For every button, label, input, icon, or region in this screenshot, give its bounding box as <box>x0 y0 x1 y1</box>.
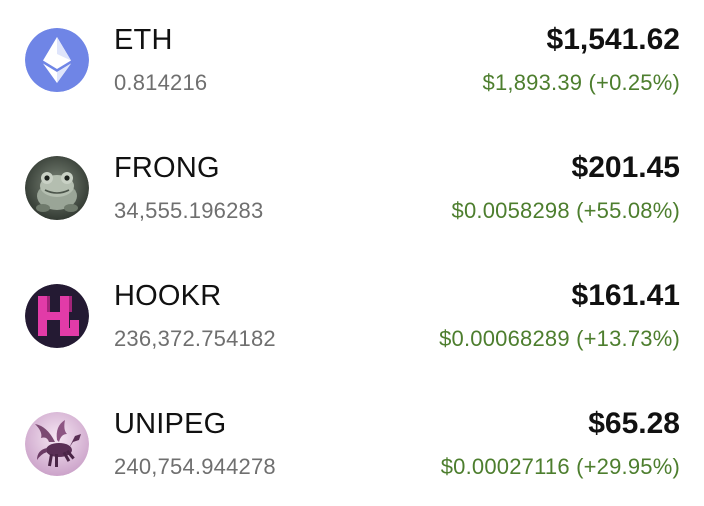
token-symbol: UNIPEG <box>114 408 227 440</box>
token-row-hookr[interactable]: HOOKR 236,372.754182 $161.41 $0.00068289… <box>0 278 704 378</box>
token-balance: 34,555.196283 <box>114 198 264 223</box>
token-balance: 0.814216 <box>114 70 208 95</box>
token-price-change: $0.0058298 (+55.08%) <box>451 198 680 223</box>
token-price-change: $0.00068289 (+13.73%) <box>439 326 680 351</box>
token-balance: 240,754.944278 <box>114 454 276 479</box>
pegasus-icon <box>25 412 89 476</box>
token-value: $161.41 <box>571 279 680 312</box>
hookr-icon <box>25 284 89 348</box>
token-list: ETH 0.814216 $1,541.62 $1,893.39 (+0.25%… <box>0 0 704 502</box>
token-symbol: HOOKR <box>114 280 222 312</box>
frog-icon <box>25 156 89 220</box>
token-price-change: $1,893.39 (+0.25%) <box>482 70 680 95</box>
token-row-eth[interactable]: ETH 0.814216 $1,541.62 $1,893.39 (+0.25%… <box>0 22 704 122</box>
ethereum-icon <box>25 28 89 92</box>
token-row-unipeg[interactable]: UNIPEG 240,754.944278 $65.28 $0.00027116… <box>0 406 704 506</box>
token-row-frong[interactable]: FRONG 34,555.196283 $201.45 $0.0058298 (… <box>0 150 704 250</box>
token-symbol: ETH <box>114 24 173 56</box>
token-value: $1,541.62 <box>546 23 680 56</box>
token-balance: 236,372.754182 <box>114 326 276 351</box>
token-symbol: FRONG <box>114 152 220 184</box>
token-price-change: $0.00027116 (+29.95%) <box>440 454 680 479</box>
token-value: $65.28 <box>588 407 680 440</box>
token-value: $201.45 <box>571 151 680 184</box>
